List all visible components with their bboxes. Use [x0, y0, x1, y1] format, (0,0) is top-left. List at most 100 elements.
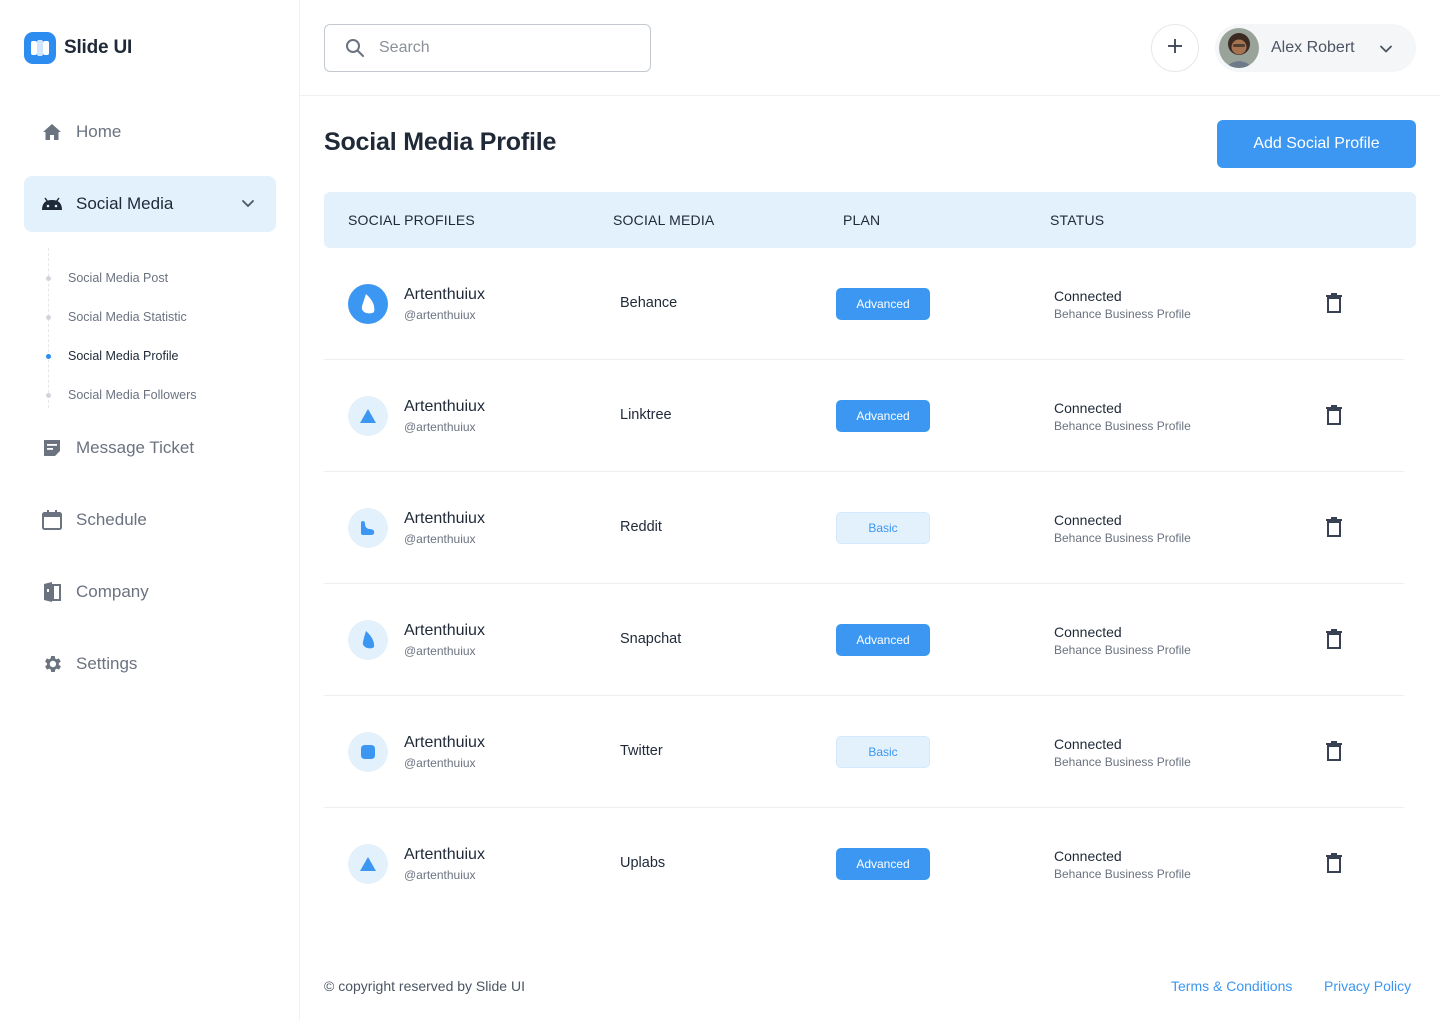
privacy-link[interactable]: Privacy Policy: [1324, 978, 1411, 994]
profile-handle: @artenthuiux: [404, 644, 476, 658]
sidebar-item-label: Home: [76, 122, 122, 141]
subnav-label: Social Media Followers: [68, 388, 197, 402]
status-text: Connected: [1054, 400, 1122, 416]
table-row: Artenthuiux @artenthuiux Linktree Advanc…: [324, 360, 1404, 472]
user-menu[interactable]: Alex Robert: [1215, 24, 1416, 72]
plan-badge[interactable]: Basic: [836, 736, 930, 768]
trash-icon[interactable]: [1324, 740, 1344, 767]
plan-badge[interactable]: Advanced: [836, 400, 930, 432]
user-name: Alex Robert: [1271, 39, 1355, 56]
profile-handle: @artenthuiux: [404, 532, 476, 546]
status-text: Connected: [1054, 288, 1122, 304]
column-header: PLAN: [843, 212, 881, 228]
social-media-name: Behance: [620, 295, 678, 311]
status-detail: Behance Business Profile: [1054, 307, 1191, 321]
subnav-label: Social Media Statistic: [68, 310, 187, 324]
add-button[interactable]: [1151, 24, 1199, 72]
add-social-profile-button[interactable]: Add Social Profile: [1217, 120, 1416, 168]
column-header: SOCIAL PROFILES: [348, 212, 475, 228]
plan-badge[interactable]: Advanced: [836, 848, 930, 880]
sidebar: Slide UI Home Social Media Social Media …: [0, 0, 300, 1020]
sidebar-item-social-media[interactable]: Social Media: [24, 176, 276, 232]
search-box[interactable]: [324, 24, 651, 72]
column-header: STATUS: [1050, 212, 1105, 228]
table-row: Artenthuiux @artenthuiux Reddit Basic Co…: [324, 472, 1404, 584]
profile-avatar: [348, 620, 388, 660]
social-media-name: Twitter: [620, 743, 663, 759]
sidebar-item-message-ticket[interactable]: Message Ticket: [24, 420, 276, 476]
copyright-text: © copyright reserved by Slide UI: [324, 978, 525, 994]
calendar-icon: [40, 508, 64, 532]
plan-badge[interactable]: Basic: [836, 512, 930, 544]
trash-icon[interactable]: [1324, 516, 1344, 543]
subnav-label: Social Media Profile: [68, 349, 179, 363]
sidebar-item-label: Social Media: [76, 194, 174, 213]
status-detail: Behance Business Profile: [1054, 867, 1191, 881]
trash-icon[interactable]: [1324, 292, 1344, 319]
profile-name: Artenthuiux: [404, 510, 485, 527]
profile-name: Artenthuiux: [404, 286, 485, 303]
status-detail: Behance Business Profile: [1054, 531, 1191, 545]
social-media-name: Linktree: [620, 407, 672, 423]
profile-handle: @artenthuiux: [404, 756, 476, 770]
home-icon: [40, 120, 64, 144]
subnav-item-followers[interactable]: Social Media Followers: [44, 385, 197, 405]
company-icon: [40, 580, 64, 604]
chevron-down-icon: [240, 195, 256, 216]
profile-avatar: [348, 284, 388, 324]
profile-handle: @artenthuiux: [404, 308, 476, 322]
logo-icon: [24, 32, 56, 64]
chevron-down-icon: [1378, 41, 1394, 62]
social-media-name: Snapchat: [620, 631, 682, 647]
status-text: Connected: [1054, 848, 1122, 864]
subnav-item-post[interactable]: Social Media Post: [44, 268, 168, 288]
sidebar-item-settings[interactable]: Settings: [24, 636, 276, 692]
table-row: Artenthuiux @artenthuiux Snapchat Advanc…: [324, 584, 1404, 696]
sidebar-item-label: Company: [76, 582, 149, 601]
message-icon: [40, 436, 64, 460]
search-input[interactable]: [379, 39, 619, 57]
subnav-dot: [46, 314, 51, 320]
subnav-dot: [46, 353, 51, 359]
sidebar-item-label: Settings: [76, 654, 138, 673]
profile-handle: @artenthuiux: [404, 868, 476, 882]
profile-avatar: [348, 844, 388, 884]
sidebar-item-company[interactable]: Company: [24, 564, 276, 620]
gear-icon: [40, 652, 64, 676]
table-header: SOCIAL PROFILES SOCIAL MEDIA PLAN STATUS: [324, 192, 1416, 248]
status-detail: Behance Business Profile: [1054, 419, 1191, 433]
profile-avatar: [348, 508, 388, 548]
social-media-name: Reddit: [620, 519, 662, 535]
topbar: Alex Robert: [300, 0, 1440, 96]
sidebar-item-label: Schedule: [76, 510, 147, 529]
subnav-dot: [46, 392, 51, 398]
profile-name: Artenthuiux: [404, 846, 485, 863]
subnav-item-statistic[interactable]: Social Media Statistic: [44, 307, 187, 327]
plan-badge[interactable]: Advanced: [836, 624, 930, 656]
terms-link[interactable]: Terms & Conditions: [1171, 978, 1292, 994]
app-name: Slide UI: [64, 37, 133, 58]
android-icon: [40, 192, 64, 216]
sidebar-item-home[interactable]: Home: [24, 104, 276, 160]
trash-icon[interactable]: [1324, 628, 1344, 655]
sidebar-item-schedule[interactable]: Schedule: [24, 492, 276, 548]
plan-badge[interactable]: Advanced: [836, 288, 930, 320]
status-text: Connected: [1054, 512, 1122, 528]
profile-avatar: [348, 396, 388, 436]
table-row: Artenthuiux @artenthuiux Uplabs Advanced…: [324, 808, 1404, 920]
profile-avatar: [348, 732, 388, 772]
column-header: SOCIAL MEDIA: [613, 212, 715, 228]
profile-name: Artenthuiux: [404, 398, 485, 415]
status-detail: Behance Business Profile: [1054, 755, 1191, 769]
logo[interactable]: Slide UI: [24, 32, 132, 64]
status-detail: Behance Business Profile: [1054, 643, 1191, 657]
subnav-label: Social Media Post: [68, 271, 169, 285]
plus-icon: [1167, 38, 1183, 59]
profile-name: Artenthuiux: [404, 622, 485, 639]
profile-name: Artenthuiux: [404, 734, 485, 751]
trash-icon[interactable]: [1324, 404, 1344, 431]
social-media-name: Uplabs: [620, 855, 666, 871]
status-text: Connected: [1054, 736, 1122, 752]
trash-icon[interactable]: [1324, 852, 1344, 879]
subnav-item-profile[interactable]: Social Media Profile: [44, 346, 178, 366]
